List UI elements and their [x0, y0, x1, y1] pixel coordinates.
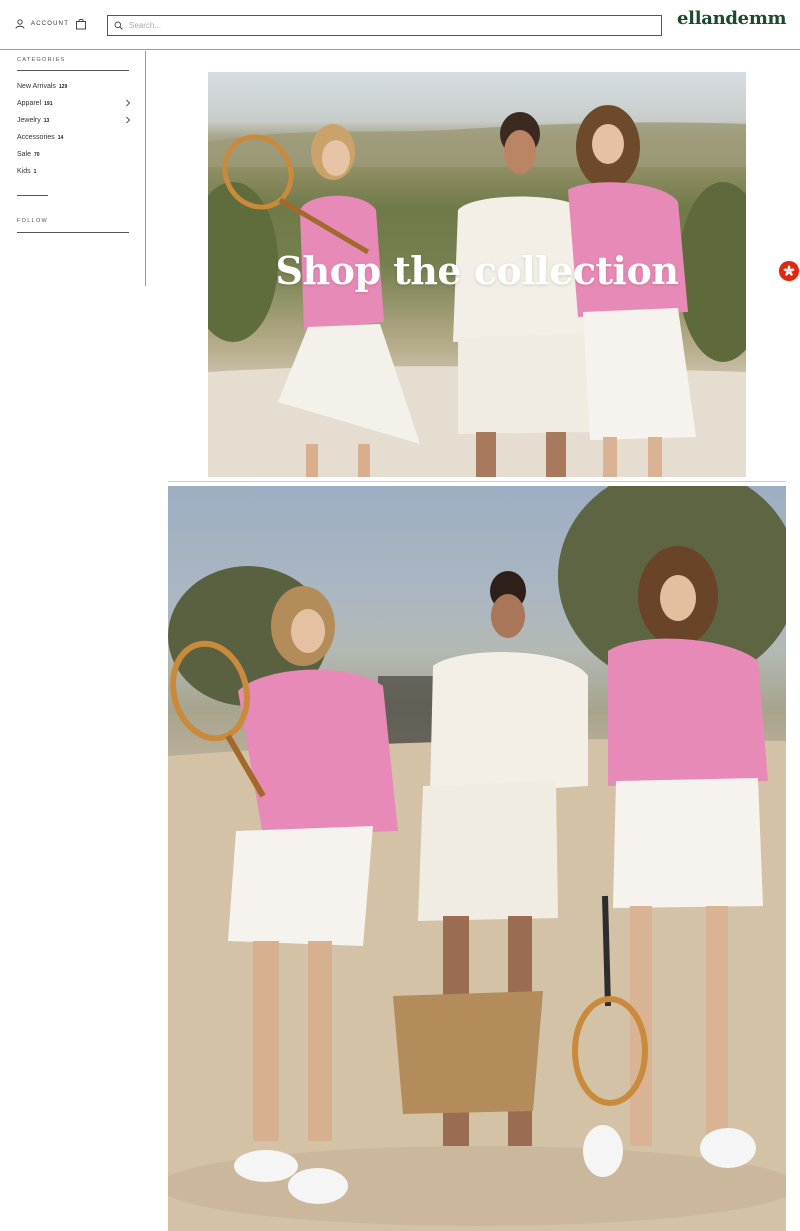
hero-banner-collection[interactable]: Shop the collection — [208, 72, 746, 477]
sidebar-item-label: Apparel — [17, 99, 42, 107]
sidebar-short-divider — [17, 195, 48, 196]
lookbook-photo-tennis-models — [168, 486, 786, 1231]
shopping-bag-icon[interactable] — [75, 18, 87, 30]
account-label: ACCOUNT — [31, 21, 70, 27]
sidebar-item-apparel[interactable]: Apparel 191 — [17, 97, 131, 109]
sidebar: CATEGORIES New Arrivals 129 Apparel 191 … — [0, 51, 146, 286]
search-bar[interactable] — [107, 15, 662, 36]
hero-title: Shop the collection — [275, 248, 679, 293]
flower-icon — [783, 265, 795, 276]
sidebar-item-label: New Arrivals — [17, 82, 56, 90]
sidebar-item-label: Jewelry — [17, 116, 41, 124]
follow-divider — [17, 232, 129, 233]
categories-divider — [17, 70, 129, 71]
sidebar-item-sale[interactable]: Sale 70 — [17, 148, 131, 160]
sidebar-item-new-arrivals[interactable]: New Arrivals 129 — [17, 80, 131, 92]
categories-heading: CATEGORIES — [17, 57, 66, 63]
search-input[interactable] — [129, 21, 629, 30]
sidebar-item-label: Accessories — [17, 133, 55, 141]
sidebar-item-kids[interactable]: Kids 1 — [17, 165, 131, 177]
sidebar-item-count: 13 — [43, 118, 50, 124]
account-link[interactable]: ACCOUNT — [15, 17, 69, 31]
brand-logo[interactable]: ellandemm — [677, 8, 787, 29]
chevron-right-icon[interactable] — [125, 116, 131, 124]
sidebar-item-label: Sale — [17, 150, 32, 158]
sidebar-item-count: 1 — [33, 169, 37, 175]
sidebar-item-accessories[interactable]: Accessories 14 — [17, 131, 131, 143]
search-icon — [114, 21, 123, 30]
sidebar-item-count: 129 — [58, 84, 68, 90]
follow-heading: FOLLOW — [17, 218, 49, 224]
sidebar-item-count: 14 — [57, 135, 64, 141]
site-header: ACCOUNT ellandemm — [0, 0, 800, 50]
chevron-right-icon[interactable] — [125, 99, 131, 107]
sidebar-item-label: Kids — [17, 167, 31, 175]
sidebar-item-count: 191 — [44, 101, 53, 107]
section-divider — [168, 481, 786, 482]
hong-kong-flag-icon[interactable] — [779, 261, 799, 281]
sidebar-item-jewelry[interactable]: Jewelry 13 — [17, 114, 131, 126]
sidebar-item-count: 70 — [34, 152, 40, 158]
user-icon — [15, 19, 25, 29]
lookbook-image[interactable] — [168, 486, 786, 1231]
